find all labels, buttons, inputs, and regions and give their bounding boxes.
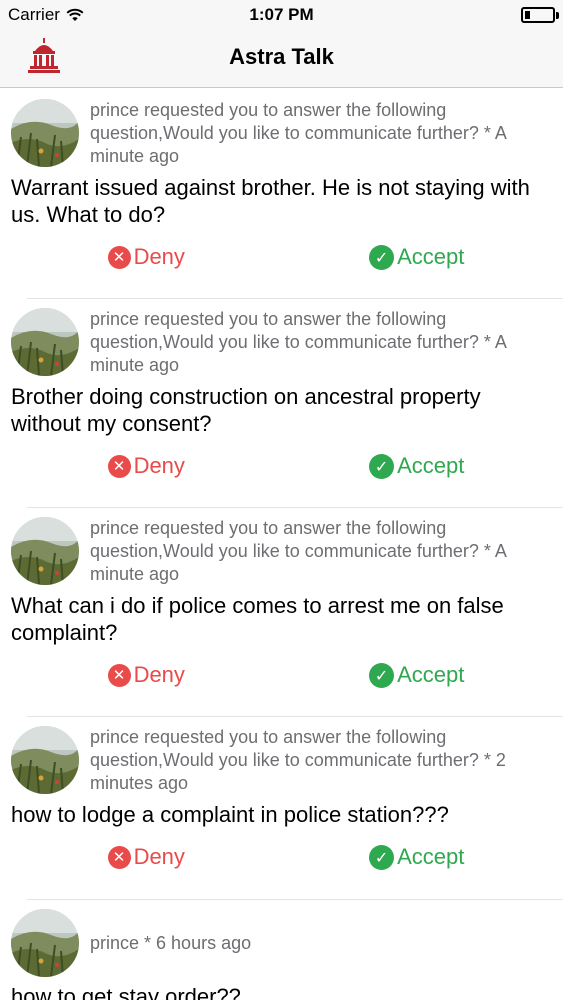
request-meta: prince requested you to answer the follo… (90, 727, 506, 793)
close-icon: ✕ (107, 845, 131, 869)
request-meta: prince requested you to answer the follo… (90, 309, 506, 375)
deny-label: Deny (133, 662, 185, 687)
request-actions: ✕ Deny ✓ Accept (11, 228, 552, 286)
avatar[interactable] (11, 308, 79, 376)
close-icon: ✕ (107, 663, 131, 687)
close-icon: ✕ (107, 454, 131, 478)
request-actions: ✕ Deny ✓ Accept (11, 646, 552, 704)
request-actions: ✕ Deny ✓ Accept (11, 828, 552, 886)
avatar[interactable] (11, 99, 79, 167)
request-actions: ✕ Deny ✓ Accept (11, 437, 552, 495)
accept-button[interactable]: ✓ Accept (282, 662, 553, 688)
question-text[interactable]: how to lodge a complaint in police stati… (11, 801, 552, 828)
avatar[interactable] (11, 517, 79, 585)
check-icon: ✓ (369, 453, 395, 479)
question-text[interactable]: What can i do if police comes to arrest … (11, 592, 552, 646)
question-text[interactable]: Warrant issued against brother. He is no… (11, 174, 552, 228)
accept-button[interactable]: ✓ Accept (282, 453, 553, 479)
accept-button[interactable]: ✓ Accept (282, 244, 553, 270)
deny-label: Deny (133, 453, 185, 478)
battery-icon (521, 7, 559, 23)
check-icon: ✓ (369, 244, 395, 270)
deny-button[interactable]: ✕ Deny (11, 662, 282, 688)
avatar[interactable] (11, 909, 79, 977)
request-card: prince requested you to answer the follo… (0, 298, 563, 508)
request-card: prince * 6 hours ago how to get stay ord… (0, 899, 563, 1000)
deny-button[interactable]: ✕ Deny (11, 244, 282, 270)
request-meta: prince * 6 hours ago (90, 932, 252, 953)
request-card: prince requested you to answer the follo… (0, 716, 563, 900)
question-text[interactable]: Brother doing construction on ancestral … (11, 383, 552, 437)
status-time: 1:07 PM (249, 5, 314, 24)
navigation-bar: Astra Talk (0, 30, 563, 88)
page-title: Astra Talk (229, 44, 334, 69)
accept-label: Accept (397, 662, 465, 687)
battery-level (525, 11, 530, 19)
deny-button[interactable]: ✕ Deny (11, 844, 282, 870)
close-icon: ✕ (107, 245, 131, 269)
question-text[interactable]: how to get stay order?? (11, 983, 552, 1000)
deny-button[interactable]: ✕ Deny (11, 453, 282, 479)
accept-label: Accept (397, 244, 465, 269)
deny-label: Deny (133, 844, 185, 869)
avatar[interactable] (11, 726, 79, 794)
accept-label: Accept (397, 844, 465, 869)
accept-label: Accept (397, 453, 465, 478)
check-icon: ✓ (369, 662, 395, 688)
deny-label: Deny (133, 244, 185, 269)
check-icon: ✓ (369, 844, 395, 870)
status-bar: Carrier 1:07 PM (0, 0, 563, 30)
accept-button[interactable]: ✓ Accept (282, 844, 553, 870)
request-card: prince requested you to answer the follo… (0, 507, 563, 717)
request-meta: prince requested you to answer the follo… (90, 100, 506, 166)
request-card: prince requested you to answer the follo… (0, 89, 563, 299)
request-feed: prince requested you to answer the follo… (0, 89, 563, 1000)
request-meta: prince requested you to answer the follo… (90, 518, 506, 584)
